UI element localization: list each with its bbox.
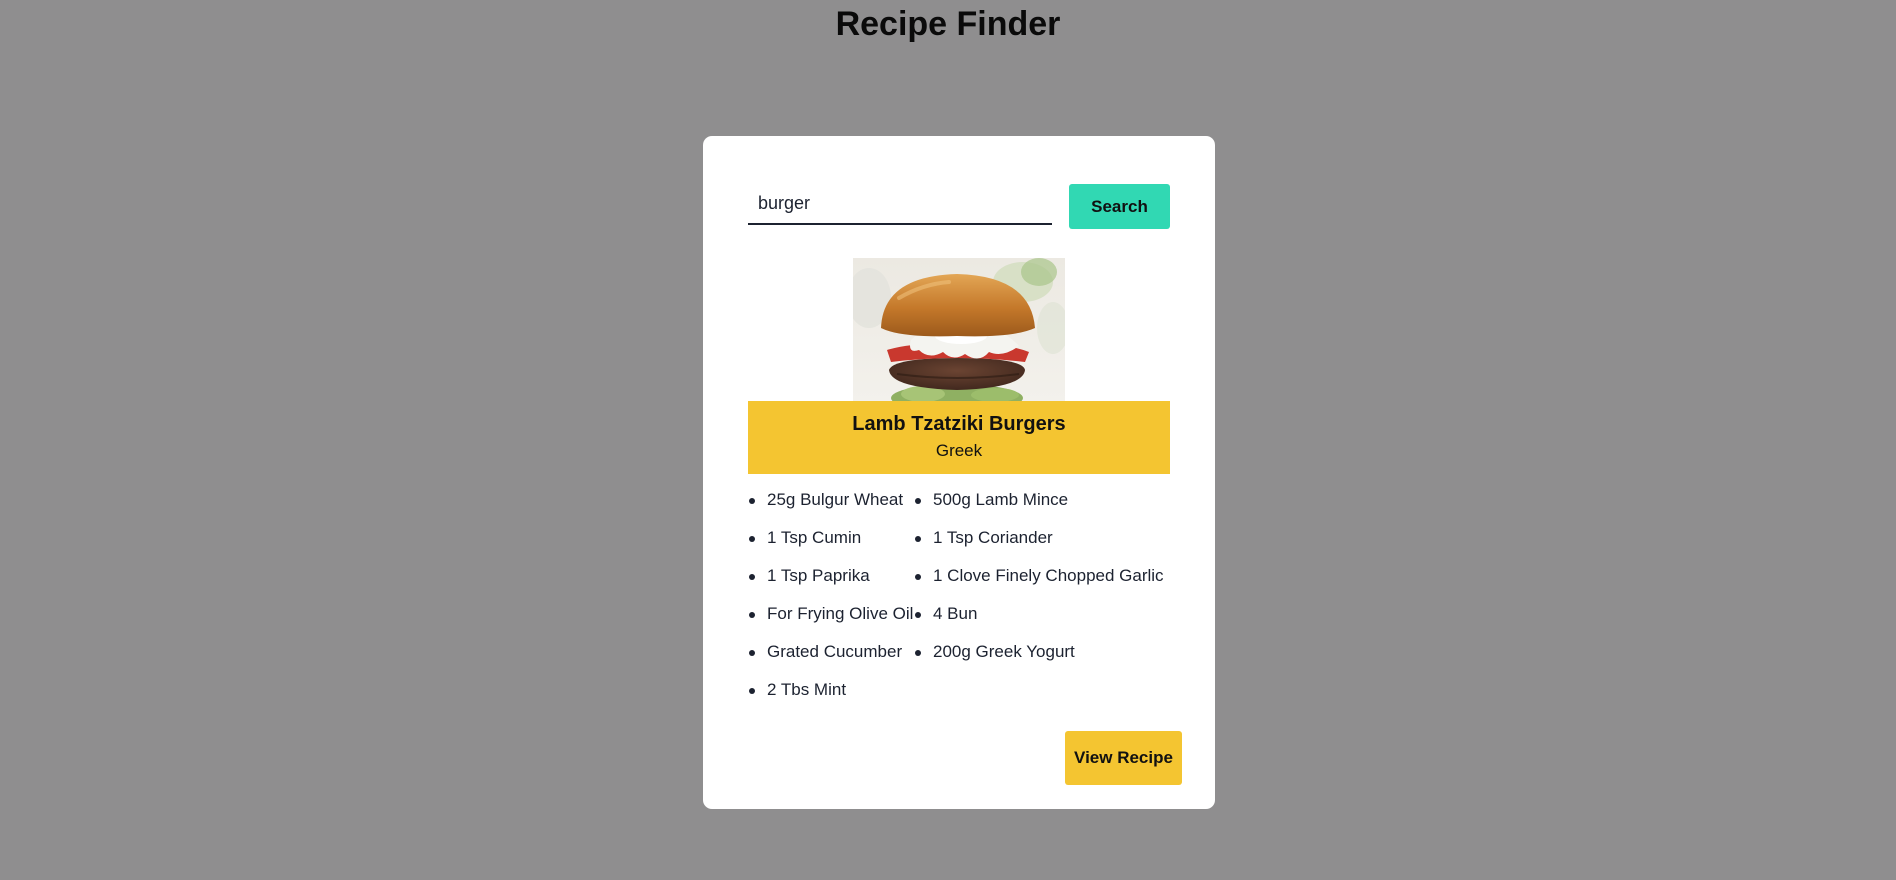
ingredient-list: 25g Bulgur Wheat 500g Lamb Mince 1 Tsp C… (748, 488, 1188, 716)
ingredient-item: Grated Cucumber (748, 640, 914, 678)
page-title: Recipe Finder (835, 5, 1061, 43)
recipe-card: Search (703, 136, 1215, 809)
meal-name: Lamb Tzatziki Burgers (852, 413, 1066, 435)
ingredient-item: 1 Clove Finely Chopped Garlic (914, 564, 1188, 602)
ingredient-item: 1 Tsp Cumin (748, 526, 914, 564)
ingredient-item: For Frying Olive Oil (748, 602, 914, 640)
search-input[interactable] (748, 183, 1052, 225)
ingredient-item: 25g Bulgur Wheat (748, 488, 914, 526)
meal-area: Greek (935, 441, 983, 460)
view-recipe-button[interactable]: View Recipe (1065, 731, 1182, 785)
ingredient-item: 4 Bun (914, 602, 1188, 640)
ingredient-item: 200g Greek Yogurt (914, 640, 1188, 678)
ingredient-item: 2 Tbs Mint (748, 678, 914, 716)
meal-info-banner: Lamb Tzatziki Burgers Greek (748, 401, 1170, 474)
ingredient-item: 1 Tsp Coriander (914, 526, 1188, 564)
ingredient-item: 500g Lamb Mince (914, 488, 1188, 526)
meal-image (853, 258, 1065, 402)
ingredient-item: 1 Tsp Paprika (748, 564, 914, 602)
search-button[interactable]: Search (1069, 184, 1170, 229)
